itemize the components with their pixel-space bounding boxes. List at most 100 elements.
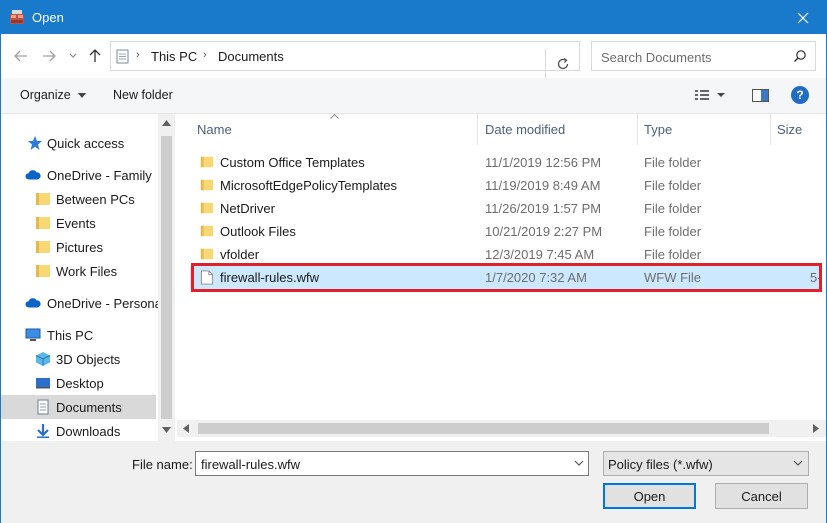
file-list-scrollbar[interactable] <box>177 420 826 437</box>
nav-item-between-pcs[interactable]: Between PCs <box>1 187 156 211</box>
nav-item-onedrive-family[interactable]: OneDrive - Family <box>1 163 156 187</box>
nav-item-label: Quick access <box>47 135 125 151</box>
up-button[interactable] <box>85 46 105 66</box>
file-date: 10/21/2019 2:27 PM <box>485 224 603 239</box>
file-row[interactable]: NetDriver 11/26/2019 1:57 PM File folder <box>190 197 822 220</box>
organize-button[interactable]: Organize <box>20 88 87 102</box>
file-date: 11/19/2019 8:49 AM <box>485 178 601 193</box>
scroll-down-icon[interactable] <box>162 427 171 433</box>
nav-item-work-files[interactable]: Work Files <box>1 259 156 283</box>
scrollbar-thumb[interactable] <box>198 423 769 434</box>
column-header-date-modified[interactable]: Date modified <box>485 114 565 145</box>
computer-icon <box>25 328 41 341</box>
nav-item-this-pc[interactable]: This PC <box>1 323 156 347</box>
nav-item-label: Desktop <box>56 375 104 391</box>
nav-item-quick-access[interactable]: Quick access <box>1 131 156 155</box>
folder-icon <box>200 202 214 214</box>
sort-ascending-icon <box>330 114 339 119</box>
file-name: NetDriver <box>220 201 275 216</box>
app-icon <box>10 10 24 24</box>
preview-pane-icon[interactable] <box>752 89 769 102</box>
nav-item-label: OneDrive - Family <box>47 167 152 183</box>
breadcrumb-this-pc[interactable]: This PC <box>151 49 197 64</box>
nav-item-onedrive-personal[interactable]: OneDrive - Persona <box>1 291 162 315</box>
folder-icon <box>36 217 50 229</box>
address-row: › This PC › Documents Search Documents <box>1 34 826 79</box>
nav-item-downloads[interactable]: Downloads <box>1 419 156 441</box>
nav-item-events[interactable]: Events <box>1 211 156 235</box>
open-dialog: Open › This PC › Documents Search Docume… <box>0 0 827 523</box>
file-name-field[interactable]: firewall-rules.wfw <box>195 451 589 476</box>
file-name: MicrosoftEdgePolicyTemplates <box>220 178 398 193</box>
nav-item-documents[interactable]: Documents <box>1 395 156 419</box>
folder-icon <box>200 248 214 260</box>
change-view-icon[interactable] <box>695 89 725 101</box>
column-divider[interactable] <box>770 114 771 145</box>
arrow-right-icon <box>43 50 56 62</box>
file-row[interactable]: MicrosoftEdgePolicyTemplates 11/19/2019 … <box>190 174 822 197</box>
chevron-down-icon[interactable] <box>574 458 584 468</box>
file-type: File folder <box>644 247 702 262</box>
file-row[interactable]: Outlook Files 10/21/2019 2:27 PM File fo… <box>190 220 822 243</box>
nav-item-label: This PC <box>47 327 94 343</box>
chevron-down-icon <box>793 460 803 466</box>
close-button[interactable] <box>780 1 826 34</box>
refresh-icon <box>557 57 569 70</box>
cancel-button[interactable]: Cancel <box>715 483 808 509</box>
folder-icon <box>36 241 50 253</box>
nav-item-label: Work Files <box>56 263 118 279</box>
column-divider[interactable] <box>637 114 638 145</box>
file-row[interactable]: Custom Office Templates 11/1/2019 12:56 … <box>190 151 822 174</box>
scroll-left-icon[interactable] <box>183 424 189 433</box>
scrollbar-thumb[interactable] <box>161 136 172 419</box>
file-name: vfolder <box>220 247 260 262</box>
navigation-pane: Quick access OneDrive - Family Between P… <box>1 114 176 441</box>
nav-item-3d-objects[interactable]: 3D Objects <box>1 347 156 371</box>
annotation-highlight-box <box>191 263 822 292</box>
search-icon[interactable] <box>793 49 807 63</box>
file-date: 11/1/2019 12:56 PM <box>485 155 602 170</box>
scroll-up-icon[interactable] <box>162 120 171 126</box>
file-date: 12/3/2019 7:45 AM <box>485 247 595 262</box>
search-box[interactable]: Search Documents <box>591 41 816 71</box>
navigation-scrollbar[interactable] <box>158 114 175 441</box>
scroll-right-icon[interactable] <box>813 424 819 433</box>
documents-location-icon <box>116 49 129 64</box>
arrow-up-icon <box>89 49 101 62</box>
file-name: Custom Office Templates <box>220 155 365 170</box>
nav-item-label: Pictures <box>56 239 103 255</box>
folder-icon <box>200 225 214 237</box>
file-name: Outlook Files <box>220 224 296 239</box>
help-button[interactable]: ? <box>791 86 809 104</box>
breadcrumb-documents[interactable]: Documents <box>218 49 284 64</box>
nav-item-desktop[interactable]: Desktop <box>1 371 156 395</box>
cloud-icon <box>25 170 41 180</box>
file-type: File folder <box>644 178 702 193</box>
forward-button[interactable] <box>39 46 59 66</box>
refresh-button[interactable] <box>545 49 580 79</box>
column-divider[interactable] <box>477 114 478 145</box>
nav-item-label: Downloads <box>56 423 121 439</box>
column-header-size[interactable]: Size <box>777 114 802 145</box>
recent-locations-button[interactable] <box>63 46 83 66</box>
column-header-type[interactable]: Type <box>644 114 672 145</box>
file-type-filter-select[interactable]: Policy files (*.wfw) <box>603 451 809 476</box>
nav-item-pictures[interactable]: Pictures <box>1 235 156 259</box>
folder-icon <box>36 265 50 277</box>
file-list: Name Date modified Type Size Custom Offi… <box>177 114 826 441</box>
nav-item-label: OneDrive - Persona <box>47 295 162 311</box>
file-date: 11/26/2019 1:57 PM <box>485 201 602 216</box>
close-icon <box>797 12 809 23</box>
address-bar[interactable]: › This PC › Documents <box>110 41 636 79</box>
title-bar[interactable]: Open <box>1 1 826 34</box>
open-button[interactable]: Open <box>603 483 696 509</box>
star-icon <box>28 136 42 150</box>
command-bar: Organize New folder ? <box>1 78 826 114</box>
new-folder-button[interactable]: New folder <box>113 88 173 102</box>
search-input[interactable]: Search Documents <box>601 50 712 65</box>
column-header-name[interactable]: Name <box>197 114 232 145</box>
file-type: File folder <box>644 201 702 216</box>
back-button[interactable] <box>11 46 31 66</box>
nav-item-label: 3D Objects <box>56 351 121 367</box>
breadcrumb-separator: › <box>203 49 207 61</box>
